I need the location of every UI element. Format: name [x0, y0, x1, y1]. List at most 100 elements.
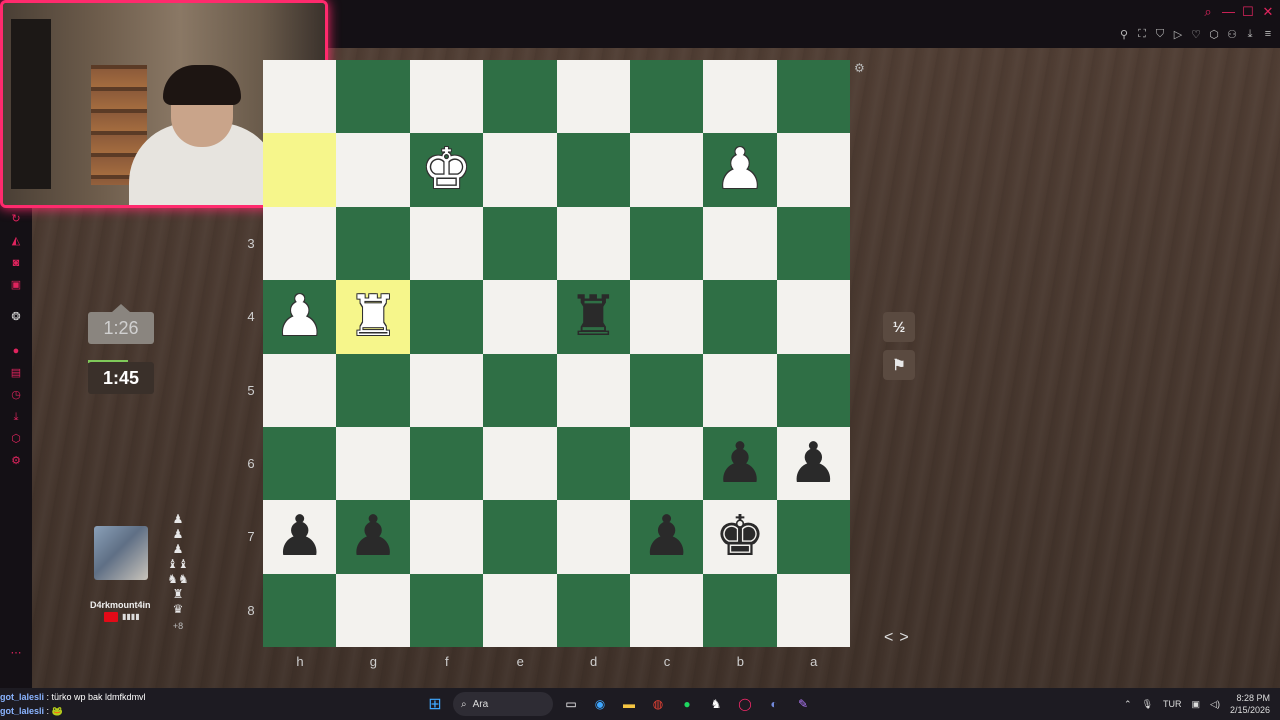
board-square[interactable]: [409, 573, 484, 647]
board-square[interactable]: [263, 426, 337, 501]
chevron-up-icon[interactable]: ⌃: [1124, 699, 1132, 710]
board-square[interactable]: [776, 133, 850, 207]
chess-piece[interactable]: ♜: [568, 288, 618, 345]
board-square[interactable]: [409, 426, 484, 501]
board-square[interactable]: [483, 133, 557, 207]
app-icon[interactable]: ✎: [792, 693, 814, 715]
board-square[interactable]: [556, 206, 630, 281]
minimize-icon[interactable]: —: [1222, 4, 1235, 20]
board-square[interactable]: [409, 280, 484, 354]
board-square[interactable]: [776, 500, 850, 574]
sidebar-music-icon[interactable]: ●: [9, 344, 23, 358]
board-square[interactable]: ♚: [409, 133, 484, 207]
volume-icon[interactable]: ◁): [1210, 699, 1220, 710]
board-square[interactable]: [629, 573, 704, 647]
board-square[interactable]: [556, 133, 630, 207]
profile-icon[interactable]: ⚇: [1226, 28, 1238, 41]
board-square[interactable]: [263, 60, 337, 134]
board-square[interactable]: ♟: [703, 133, 777, 207]
board-square[interactable]: [556, 500, 630, 574]
board-square[interactable]: ♜: [556, 280, 630, 354]
menu-icon[interactable]: ≡: [1262, 28, 1274, 41]
chrome-icon[interactable]: ◍: [647, 693, 669, 715]
chess-board[interactable]: ♚ ♟ ♟ ♜ ♜ ♟ ♟ ♟ ♟ ♟ ♚: [263, 60, 850, 647]
board-square[interactable]: [263, 206, 337, 281]
spotify-icon[interactable]: ●: [676, 693, 698, 715]
sidebar-ai-icon[interactable]: ❂: [9, 310, 23, 324]
board-square[interactable]: [483, 353, 557, 427]
board-square[interactable]: [336, 573, 410, 647]
board-square[interactable]: ♟: [629, 500, 704, 574]
board-square[interactable]: [629, 353, 704, 427]
board-square[interactable]: [336, 426, 410, 501]
board-square[interactable]: [703, 60, 777, 134]
screenshot-icon[interactable]: ⛶: [1136, 28, 1148, 41]
board-square[interactable]: [629, 133, 704, 207]
sidebar-bookmark-icon[interactable]: ▤: [9, 366, 23, 380]
avatar[interactable]: [94, 526, 148, 580]
clock-area[interactable]: 8:28 PM 2/15/2026: [1230, 692, 1270, 716]
file-explorer-icon[interactable]: ▬: [618, 693, 640, 715]
extension-icon[interactable]: ⬡: [1208, 28, 1220, 41]
sidebar-bag-icon[interactable]: ◭: [9, 234, 23, 248]
heart-icon[interactable]: ♡: [1190, 28, 1202, 41]
board-settings-icon[interactable]: ⚙: [854, 61, 865, 75]
chess-piece[interactable]: ♟: [641, 508, 691, 565]
chess-piece[interactable]: ♚: [715, 508, 765, 565]
board-square[interactable]: [629, 426, 704, 501]
taskbar-search[interactable]: ⌕ Ara: [453, 692, 553, 716]
discord-icon[interactable]: ◐: [763, 693, 785, 715]
board-square[interactable]: [556, 60, 630, 134]
board-square[interactable]: [336, 60, 410, 134]
board-square[interactable]: [409, 60, 484, 134]
network-icon[interactable]: ▣: [1192, 699, 1201, 710]
maximize-icon[interactable]: ☐: [1242, 4, 1254, 20]
chess-piece[interactable]: ♟: [788, 435, 838, 492]
chess-piece[interactable]: ♟: [715, 142, 765, 198]
search-icon[interactable]: ⌕: [1202, 4, 1214, 20]
board-square[interactable]: [556, 573, 630, 647]
board-square[interactable]: [629, 60, 704, 134]
board-square[interactable]: [336, 133, 410, 207]
board-square[interactable]: [776, 206, 850, 281]
board-square[interactable]: [776, 280, 850, 354]
play-icon[interactable]: ▷: [1172, 28, 1184, 41]
language-indicator[interactable]: TUR: [1163, 699, 1182, 709]
board-square[interactable]: [629, 206, 704, 281]
board-square[interactable]: [409, 353, 484, 427]
board-square[interactable]: ♟: [263, 280, 337, 354]
sidebar-chat-icon[interactable]: ◙: [9, 256, 23, 270]
board-square[interactable]: [409, 206, 484, 281]
pin-icon[interactable]: ⚲: [1118, 28, 1130, 41]
chevron-right-icon[interactable]: >: [899, 629, 914, 646]
board-square[interactable]: [483, 60, 557, 134]
edge-icon[interactable]: ◉: [589, 693, 611, 715]
chevron-left-icon[interactable]: <: [884, 629, 899, 646]
chess-piece[interactable]: ♜: [348, 288, 398, 345]
board-square[interactable]: [336, 353, 410, 427]
offer-draw-button[interactable]: ½: [883, 312, 915, 342]
board-square[interactable]: [483, 206, 557, 281]
board-square[interactable]: [263, 353, 337, 427]
sidebar-settings-icon[interactable]: ⚙: [9, 454, 23, 468]
sidebar-history-icon[interactable]: ↻: [9, 212, 23, 226]
board-square[interactable]: [483, 573, 557, 647]
sidebar-extension-icon[interactable]: ⬡: [9, 432, 23, 446]
board-square[interactable]: [263, 133, 337, 207]
board-square[interactable]: ♟: [703, 426, 777, 501]
board-square[interactable]: ♚: [703, 500, 777, 574]
board-square[interactable]: ♟: [263, 500, 337, 574]
board-square[interactable]: [483, 426, 557, 501]
resign-button[interactable]: ⚑: [883, 350, 915, 380]
board-square[interactable]: [336, 206, 410, 281]
board-square[interactable]: [409, 500, 484, 574]
chess-piece[interactable]: ♟: [275, 288, 325, 345]
task-view-icon[interactable]: ▭: [560, 693, 582, 715]
shield-icon[interactable]: ⛉: [1154, 28, 1166, 41]
windows-start-icon[interactable]: ⊞: [424, 693, 446, 715]
board-square[interactable]: [703, 206, 777, 281]
board-square[interactable]: [483, 280, 557, 354]
board-square[interactable]: [703, 280, 777, 354]
sidebar-download-icon[interactable]: ⤓: [9, 410, 23, 424]
download-icon[interactable]: ⤓: [1244, 28, 1256, 41]
